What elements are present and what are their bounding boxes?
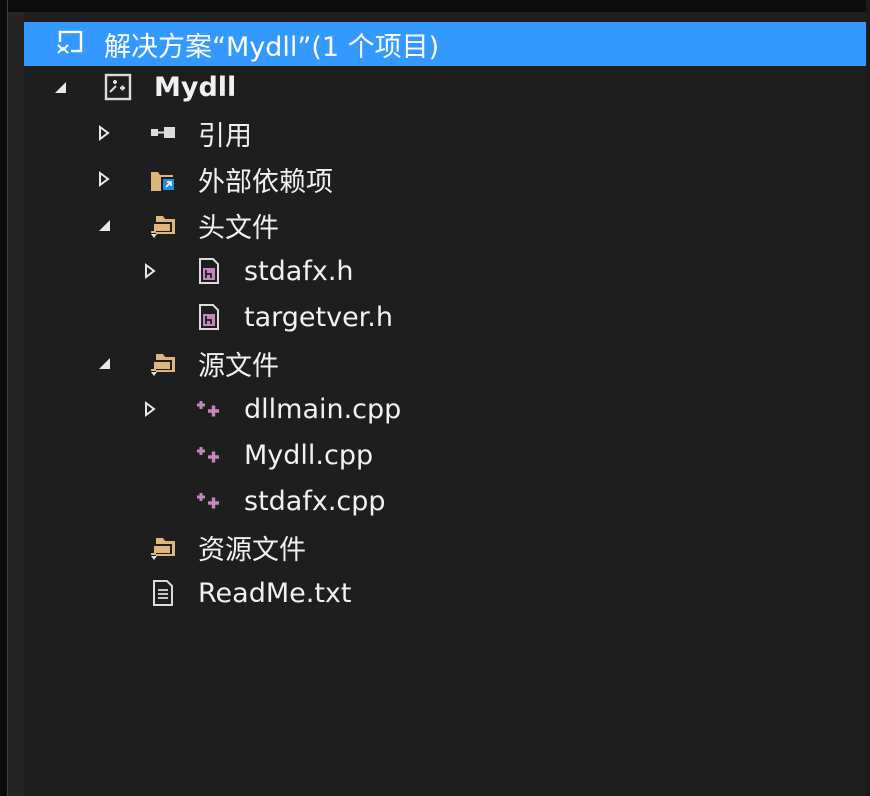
tree-item-resource-files[interactable]: 资源文件: [24, 525, 866, 569]
file-label: stdafx.cpp: [244, 485, 386, 517]
source-files-label: 源文件: [198, 350, 279, 382]
external-dependencies-label: 外部依赖项: [198, 166, 333, 198]
references-icon: [151, 127, 175, 138]
expand-arrow-expanded-icon[interactable]: [96, 353, 112, 373]
window-top-edge: [0, 0, 870, 12]
filter-folder-icon: [151, 216, 175, 238]
cpp-project-icon: [104, 73, 132, 101]
tree-item-file[interactable]: stdafx.cpp: [24, 479, 866, 523]
resource-files-label: 资源文件: [198, 534, 306, 566]
header-file-icon: [199, 258, 219, 284]
cpp-file-icon: [197, 493, 219, 509]
filter-folder-icon: [151, 354, 175, 376]
window-left-border: [7, 0, 8, 796]
header-files-label: 头文件: [198, 212, 279, 244]
external-dependencies-icon: [151, 172, 175, 191]
expand-arrow-collapsed-icon[interactable]: [142, 261, 158, 281]
file-label: stdafx.h: [244, 255, 354, 287]
project-label: Mydll: [154, 71, 237, 103]
expand-arrow-expanded-icon[interactable]: [52, 77, 68, 97]
window-left-edge: [0, 0, 7, 796]
tree-item-file[interactable]: Mydll.cpp: [24, 433, 866, 477]
window-right-edge: [866, 0, 870, 796]
tree-item-readme[interactable]: ReadMe.txt: [24, 571, 866, 615]
tree-item-header-files[interactable]: 头文件: [24, 203, 866, 247]
references-label: 引用: [198, 120, 252, 152]
file-label: Mydll.cpp: [244, 439, 374, 471]
expand-arrow-collapsed-icon[interactable]: [96, 169, 112, 189]
text-file-icon: [153, 580, 173, 606]
tree-item-references[interactable]: 引用: [24, 111, 866, 155]
tree-item-project[interactable]: Mydll: [24, 65, 866, 109]
expand-arrow-collapsed-icon[interactable]: [142, 399, 158, 419]
tree-item-source-files[interactable]: 源文件: [24, 341, 866, 385]
expand-arrow-collapsed-icon[interactable]: [96, 123, 112, 143]
header-file-icon: [199, 304, 219, 330]
tree-item-external-dependencies[interactable]: 外部依赖项: [24, 157, 866, 201]
tree-item-file[interactable]: dllmain.cpp: [24, 387, 866, 431]
solution-label: 解决方案“Mydll”(1 个项目): [104, 31, 440, 63]
tree-item-solution[interactable]: 解决方案“Mydll”(1 个项目): [24, 22, 866, 66]
cpp-file-icon: [197, 401, 219, 417]
solution-icon: [56, 30, 83, 56]
tree-item-file[interactable]: targetver.h: [24, 295, 866, 339]
readme-label: ReadMe.txt: [198, 577, 352, 609]
file-label: targetver.h: [244, 301, 394, 333]
expand-arrow-expanded-icon[interactable]: [96, 215, 112, 235]
tree-item-file[interactable]: stdafx.h: [24, 249, 866, 293]
filter-folder-icon: [151, 538, 175, 560]
solution-explorer-tree: 解决方案“Mydll”(1 个项目) Mydll 引用 外部依赖项 头文件 st…: [24, 12, 866, 796]
file-label: dllmain.cpp: [244, 393, 402, 425]
cpp-file-icon: [197, 447, 219, 463]
